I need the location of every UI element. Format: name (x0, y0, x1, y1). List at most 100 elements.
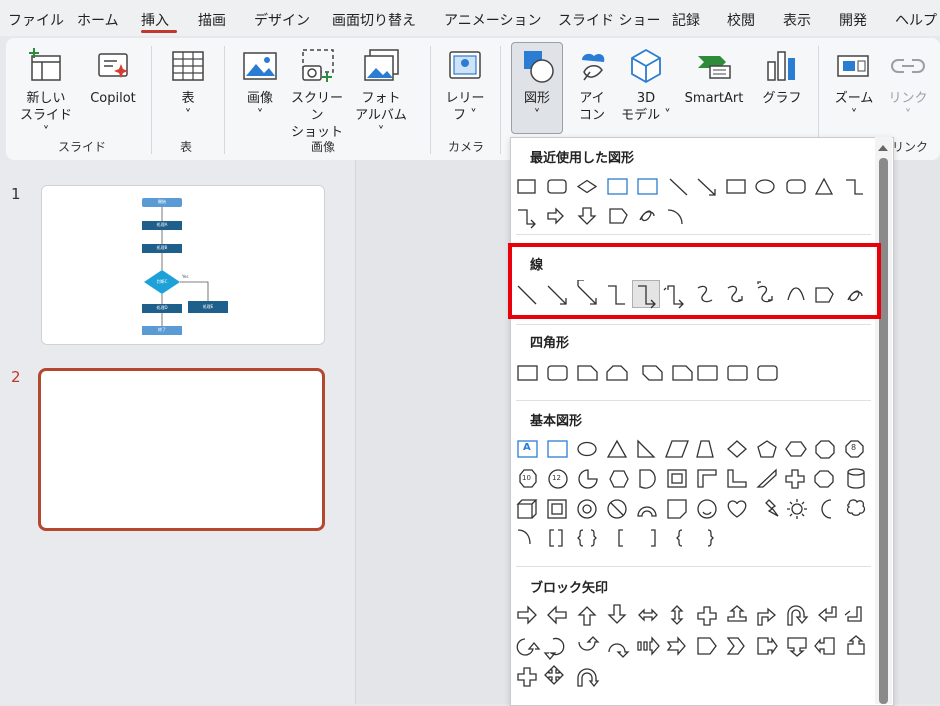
round-corner-rectangle-icon (697, 365, 718, 381)
ribbon-divider (430, 46, 431, 154)
rectangle-icon (517, 179, 536, 194)
recent-shapes-row (517, 177, 863, 229)
rounded-rectangle-icon (547, 365, 568, 381)
arc-icon (667, 209, 683, 225)
tab-home[interactable]: ホーム (77, 10, 119, 30)
oval-icon (577, 441, 597, 457)
cube-icon (516, 499, 538, 519)
tab-design[interactable]: デザイン (254, 10, 310, 30)
curved-right-arrow-icon (516, 638, 541, 656)
donut-inner (582, 504, 592, 514)
smartart-button[interactable]: SmartArt (678, 46, 750, 107)
tab-animations[interactable]: アニメーション (444, 10, 541, 30)
round-diagonal-rectangle-icon (757, 365, 778, 381)
pie-icon (578, 469, 598, 489)
line-icon (669, 178, 688, 196)
tab-draw[interactable]: 描画 (198, 10, 226, 30)
u-turn-arrow-icon (787, 605, 809, 626)
chart-label: グラフ (762, 91, 802, 106)
scrollbar-thumb[interactable] (879, 158, 888, 704)
group-label-camera: カメラ (448, 140, 485, 154)
new-slide-button[interactable]: 新しい スライド ˅ (18, 46, 74, 141)
tab-record[interactable]: 記録 (672, 10, 700, 30)
bevel-icon (547, 499, 567, 519)
slide-thumbnail-1[interactable]: 開始 処理A 処理B 判断C 処理D 処理E 終了 Yes (41, 185, 325, 345)
text-box-letter: A (523, 442, 531, 453)
flow-label-d: 処理D (156, 305, 168, 310)
flow-label-end: 終了 (158, 327, 166, 332)
sun-icon (791, 503, 803, 515)
right-arrow-callout-icon (757, 636, 778, 656)
photo-album-label: フォト アルバム ˅ (355, 91, 407, 140)
heptagon-icon (815, 440, 835, 459)
lightning-bolt-icon (765, 499, 779, 517)
flow-label-a: 処理A (156, 222, 168, 227)
frame-icon (667, 469, 687, 488)
plaque-icon (814, 470, 834, 488)
slide-thumbnail-2[interactable] (38, 368, 325, 531)
rounded-rectangle-icon (786, 179, 806, 194)
hexagon-icon (785, 441, 807, 457)
parallelogram-icon (665, 440, 689, 458)
text-box-icon (607, 178, 628, 195)
snip-round-rectangle-icon (672, 365, 693, 381)
tab-file[interactable]: ファイル (8, 10, 64, 30)
diamond-icon (576, 179, 598, 194)
down-arrow-icon (607, 604, 627, 624)
table-button[interactable]: 表 ˅ (166, 46, 210, 124)
copilot-icon (98, 53, 128, 78)
flow-label-yes: Yes (182, 274, 189, 279)
elbow-connector-icon (846, 179, 863, 195)
block-arrows-grid (516, 604, 865, 688)
left-right-arrow-icon (638, 608, 658, 622)
3d-models-button[interactable]: 3D モデル ˅ (620, 46, 672, 124)
section-separator (516, 324, 871, 325)
zoom-button[interactable]: ズーム ˅ (830, 46, 878, 124)
tab-insert[interactable]: 挿入 (141, 10, 169, 30)
slide-number-2: 2 (11, 368, 21, 386)
flowchart-preview (142, 198, 228, 335)
link-button[interactable]: リンク ˅ (884, 46, 932, 124)
chart-button[interactable]: グラフ (760, 46, 804, 107)
rectangle-icon (726, 179, 746, 194)
half-frame-icon (697, 469, 717, 488)
ribbon-divider (151, 46, 152, 154)
image-button[interactable]: 画像 ˅ (237, 46, 283, 124)
up-down-arrow-icon (670, 605, 684, 625)
icons-button[interactable]: アイ コン (570, 46, 614, 124)
new-slide-icon (29, 48, 61, 81)
section-rectangles: 四角形 (530, 336, 570, 351)
chevron-icon (726, 637, 745, 655)
tab-help[interactable]: ヘルプ (895, 10, 937, 30)
oval-icon (755, 179, 775, 194)
section-recent-shapes: 最近使用した図形 (530, 151, 635, 166)
flow-label-e: 処理E (202, 304, 214, 309)
elbow-arrow-connector-icon (518, 209, 536, 229)
folded-corner-icon (667, 499, 687, 519)
rectangles-row (517, 365, 778, 381)
flow-label-c: 判断C (156, 279, 168, 284)
copilot-button[interactable]: Copilot (86, 46, 140, 107)
diamond-icon (727, 440, 747, 458)
new-slide-label: 新しい スライド ˅ (19, 91, 72, 140)
circular-arrow-icon (577, 668, 600, 688)
curved-up-arrow-icon (578, 636, 600, 651)
photo-album-button[interactable]: フォト アルバム ˅ (350, 46, 412, 141)
cameo-button[interactable]: レリー フ ˅ (442, 46, 488, 124)
up-arrow-icon (577, 606, 597, 626)
tab-developer[interactable]: 開発 (839, 10, 867, 30)
round-same-side-rectangle-icon (727, 365, 748, 381)
tab-slideshow[interactable]: スライド ショー (558, 10, 660, 30)
tab-view[interactable]: 表示 (783, 10, 811, 30)
tab-transitions[interactable]: 画面切り替え (332, 10, 416, 30)
decagon-number: 10 (522, 474, 531, 482)
shapes-button-content[interactable]: 図形 ˅ (512, 46, 562, 124)
zoom-label: ズーム ˅ (834, 91, 874, 123)
tab-review[interactable]: 校閲 (727, 10, 755, 30)
frame-inner (671, 473, 683, 484)
section-basic-shapes: 基本図形 (530, 414, 583, 429)
diagonal-stripe-icon (756, 468, 777, 488)
scroll-up-icon[interactable] (877, 143, 889, 153)
heart-icon (727, 500, 747, 518)
active-tab-underline (141, 30, 177, 33)
